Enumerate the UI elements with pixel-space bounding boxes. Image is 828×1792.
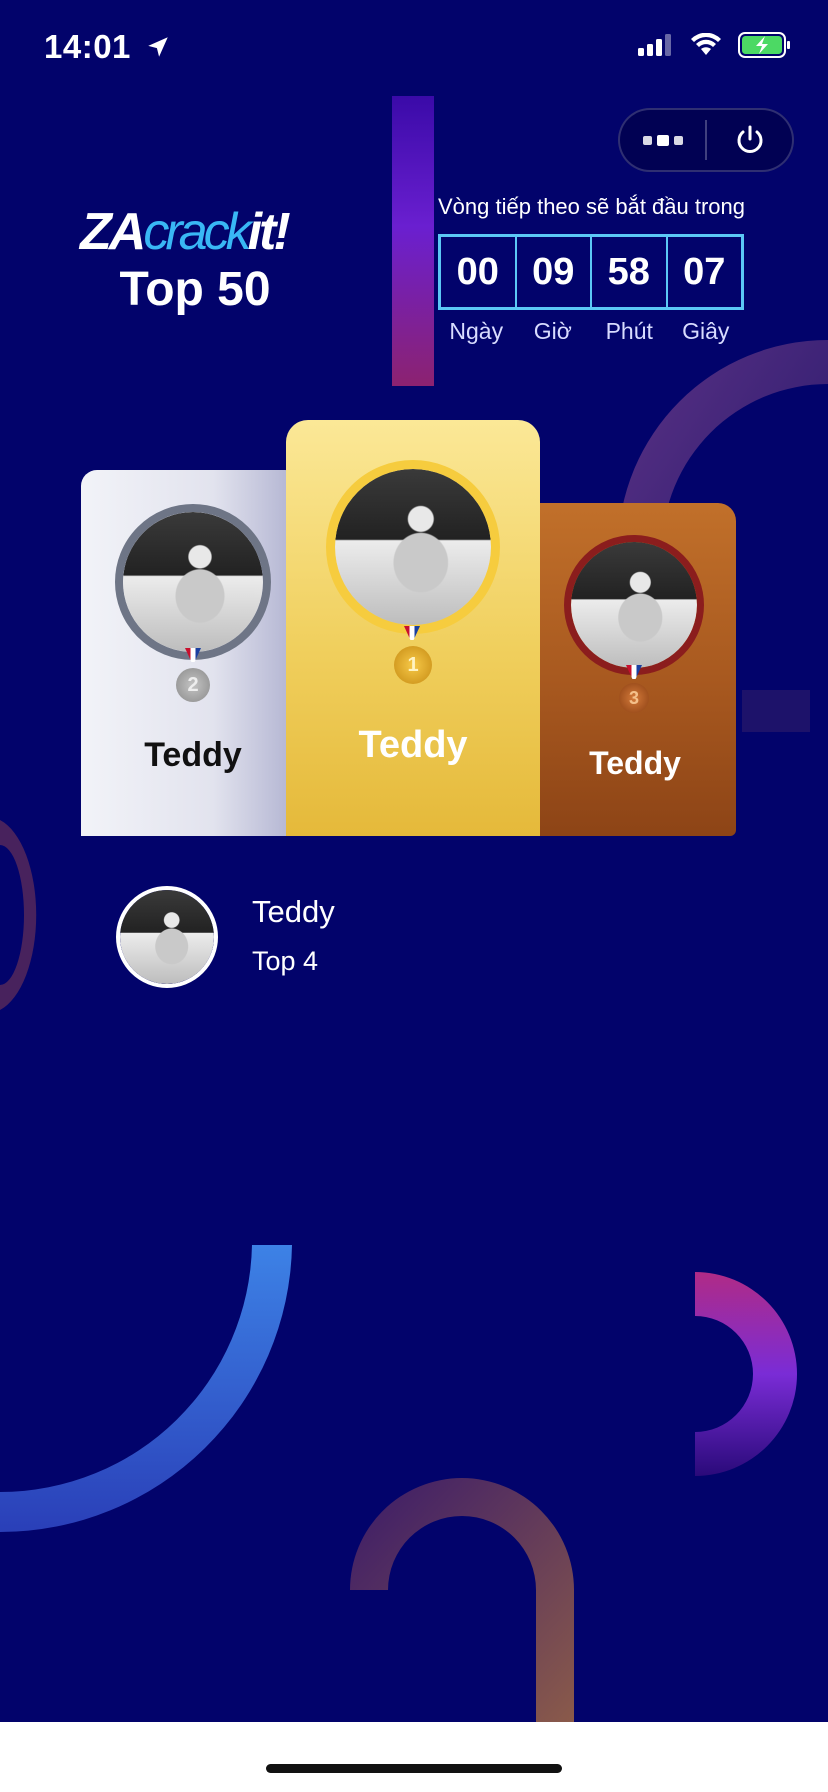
status-icons [638,32,792,58]
podium-card-1st[interactable]: 1 Teddy [286,420,540,836]
bronze-medal-icon: 3 [619,683,649,713]
avatar-photo [123,512,263,652]
countdown-label-minutes: Phút [605,318,653,344]
countdown-days: 00 [441,237,517,307]
gold-medal-icon: 1 [394,646,432,684]
mini-app-capsule [618,108,794,172]
avatar [564,535,704,675]
countdown-timer: 00 09 58 07 [438,234,744,310]
avatar-photo [335,469,491,625]
podium-name: Teddy [358,724,468,766]
countdown-seconds: 07 [683,250,726,293]
countdown-label-days: Ngày [449,318,504,344]
countdown-hours: 09 [517,237,592,307]
countdown-label-seconds: Giây [682,318,730,344]
countdown-title: Vòng tiếp theo sẽ bắt đầu trong [438,194,746,219]
list-item-name[interactable]: Teddy [252,894,335,930]
silver-medal-icon: 2 [176,668,210,702]
bottom-safe-area [0,1722,828,1792]
close-app-button[interactable] [707,110,792,170]
signal-icon [638,34,671,56]
podium-name: Teddy [589,745,681,781]
podium-name: Teddy [144,736,242,774]
countdown-minutes: 58 [592,237,668,307]
countdown-labels: Ngày Giờ Phút Giây [438,318,744,345]
list-item-rank: Top 4 [252,946,319,976]
list-avatar[interactable] [116,886,218,988]
podium-card-3rd[interactable]: 3 Teddy [540,503,736,836]
page-title: Top 50 [119,263,271,316]
battery-charging-icon [738,32,790,58]
location-arrow-icon [147,37,168,57]
power-icon [737,125,762,153]
avatar [115,504,271,660]
zacrackit-logo: ZAcrackit! [80,203,291,261]
three-dots-icon [642,135,683,146]
home-indicator[interactable] [266,1764,562,1773]
podium-card-2nd[interactable]: 2 Teddy [81,470,301,836]
wifi-icon [691,33,721,55]
countdown-label-hours: Giờ [533,318,572,344]
status-time: 14:01 [44,28,171,66]
avatar [326,460,500,634]
avatar-photo [571,542,697,668]
avatar-photo [120,890,214,984]
more-button[interactable] [620,110,705,170]
